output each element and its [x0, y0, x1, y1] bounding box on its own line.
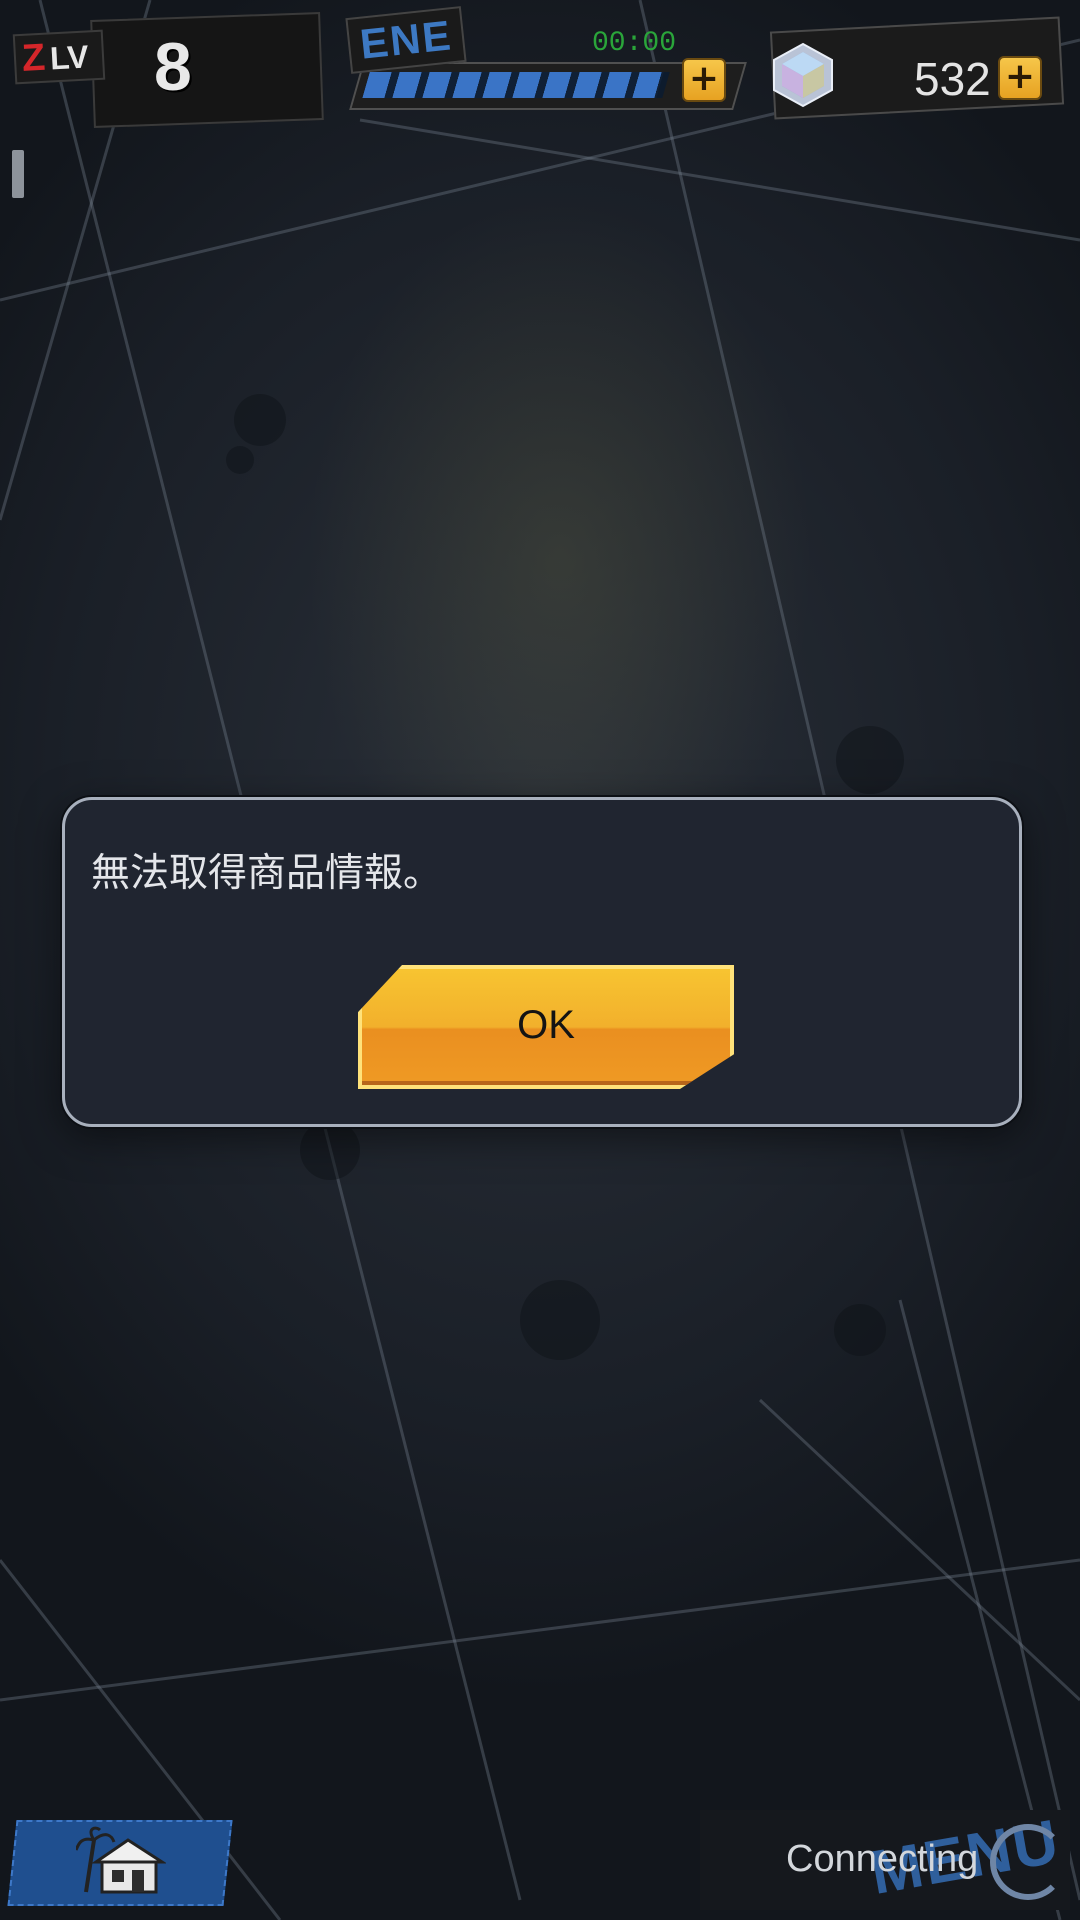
gem-count: 532	[914, 53, 991, 105]
ok-button-label: OK	[517, 1003, 575, 1047]
gem-icon	[773, 42, 833, 108]
dialog-message: 無法取得商品情報。	[91, 851, 443, 896]
energy-bar-fill	[362, 72, 664, 98]
energy-display: ENE 00:00 +	[338, 6, 747, 116]
level-value: 8	[154, 29, 192, 105]
level-display: Z LV 8	[4, 6, 324, 128]
energy-timer: 00:00	[592, 28, 677, 59]
side-drawer-handle[interactable]	[12, 150, 24, 198]
ok-button[interactable]: OK	[358, 965, 734, 1089]
level-plate	[90, 12, 324, 128]
connecting-status: Connecting	[786, 1838, 979, 1880]
plus-icon: +	[688, 58, 720, 99]
home-icon	[76, 1826, 166, 1894]
energy-bar	[362, 72, 670, 98]
level-label: LV	[49, 38, 90, 77]
gem-display: 532 +	[762, 12, 1068, 120]
plus-icon: +	[1004, 56, 1036, 97]
home-button[interactable]	[7, 1820, 233, 1906]
level-badge: Z LV	[12, 29, 106, 85]
menu-area: MENU Connecting	[690, 1807, 1070, 1910]
loading-spinner-icon	[990, 1824, 1066, 1900]
error-dialog: 無法取得商品情報。 OK	[62, 797, 1022, 1127]
add-energy-button[interactable]: +	[682, 58, 726, 102]
add-gems-button[interactable]: +	[998, 56, 1042, 100]
level-badge-letter: Z	[20, 36, 47, 80]
